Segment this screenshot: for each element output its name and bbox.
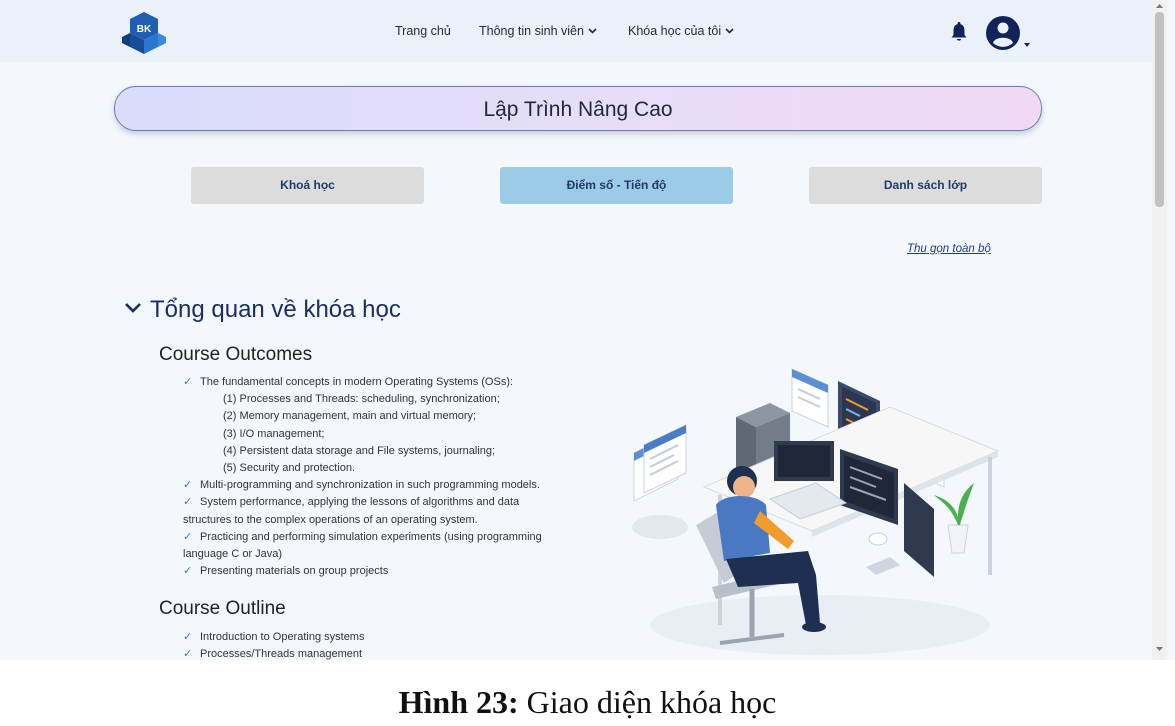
check-icon: ✓	[183, 648, 193, 660]
developer-workstation-illustration: </>	[632, 368, 1000, 655]
nav-home[interactable]: Trang chủ	[395, 24, 451, 38]
list-item: ✓ Practicing and performing simulation ex…	[183, 530, 542, 561]
nav-my-courses[interactable]: Khóa học của tôi	[628, 24, 734, 38]
bk-logo[interactable]: BK	[120, 10, 168, 56]
screenshot: BK Trang chủ Thông tin sinh viên Khóa họ…	[0, 0, 1175, 660]
floating-document-icon	[791, 368, 829, 428]
top-navbar: BK Trang chủ Thông tin sinh viên Khóa họ…	[0, 0, 1152, 62]
scrollbar-thumb[interactable]	[1155, 12, 1164, 207]
outcomes-list: ✓ The fundamental concepts in modern Oper…	[183, 374, 563, 580]
collapse-all-link[interactable]: Thu gọn toàn bộ	[907, 243, 991, 255]
check-icon: ✓	[183, 496, 193, 509]
chevron-down-icon	[588, 28, 597, 34]
list-item: ✓ Multi-programming and synchronization i…	[183, 477, 563, 494]
nav-my-courses-label: Khóa học của tôi	[628, 24, 722, 38]
scroll-down-icon[interactable]	[1155, 645, 1164, 653]
list-item: (3) I/O management;	[223, 427, 325, 440]
check-icon: ✓	[183, 565, 193, 578]
course-title-banner: Lập Trình Nâng Cao	[114, 86, 1042, 131]
outline-title: Course Outline	[159, 598, 286, 619]
tab-grades-progress[interactable]: Điểm số - Tiến độ	[500, 167, 733, 204]
list-item: ✓ System performance, applying the lesson…	[183, 496, 520, 526]
course-overview-toggle[interactable]: Tổng quan về khóa học	[124, 296, 401, 324]
list-item: (1) Processes and Threads: scheduling, s…	[223, 393, 500, 406]
outline-list: ✓ Introduction to Operating systems ✓ Proc…	[183, 629, 364, 660]
list-item: ✓ Presenting materials on group projects	[183, 563, 563, 580]
chevron-down-icon	[125, 303, 141, 313]
caption-text: Giao diện khóa học	[518, 684, 777, 720]
tab-class-list[interactable]: Danh sách lớp	[809, 167, 1042, 204]
list-item: ✓ Introduction to Operating systems	[183, 629, 364, 646]
vertical-scrollbar[interactable]	[1152, 0, 1167, 660]
chevron-down-icon	[725, 28, 734, 34]
course-title: Lập Trình Nâng Cao	[483, 98, 673, 121]
figure-caption: Hình 23: Giao diện khóa học	[0, 684, 1175, 721]
section-title: Tổng quan về khóa học	[150, 296, 401, 323]
logo-text: BK	[137, 24, 152, 35]
nav-student-info[interactable]: Thông tin sinh viên	[479, 24, 597, 38]
nav-student-info-label: Thông tin sinh viên	[479, 24, 584, 38]
check-icon: ✓	[183, 376, 193, 388]
list-item: (4) Persistent data storage and File sys…	[223, 444, 496, 457]
floating-code-window-icon	[633, 424, 687, 502]
outcomes-title: Course Outcomes	[159, 344, 313, 365]
scroll-up-icon[interactable]	[1155, 2, 1164, 10]
list-item: ✓ The fundamental concepts in modern Oper…	[183, 374, 563, 391]
user-avatar-icon[interactable]	[985, 14, 1033, 52]
bell-icon[interactable]	[949, 21, 969, 43]
check-icon: ✓	[183, 479, 193, 492]
list-item: (2) Memory management, main and virtual …	[223, 410, 477, 423]
list-item: ✓ Processes/Threads management	[183, 646, 364, 660]
list-item: (5) Security and protection.	[223, 462, 356, 475]
tab-course[interactable]: Khoá học	[191, 167, 424, 204]
check-icon: ✓	[183, 631, 193, 643]
caption-label: Hình 23:	[398, 684, 519, 720]
nav-home-label: Trang chủ	[395, 24, 451, 38]
check-icon: ✓	[183, 530, 193, 543]
